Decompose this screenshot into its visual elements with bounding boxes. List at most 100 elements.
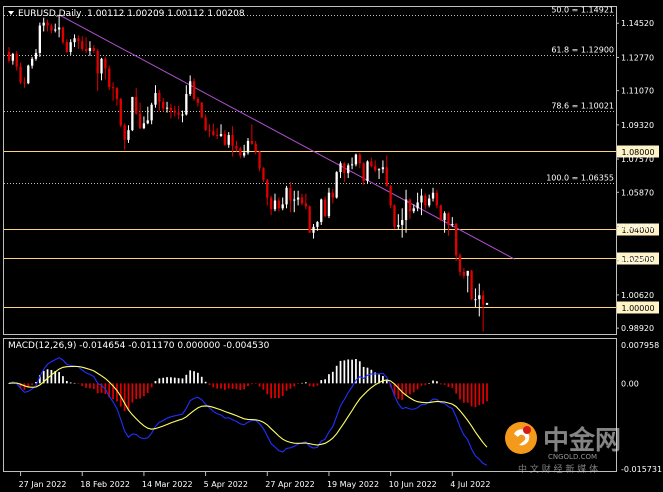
candle-body bbox=[404, 199, 408, 221]
macd-histogram-bar bbox=[382, 375, 384, 384]
macd-histogram-bar bbox=[316, 383, 319, 386]
candle-body bbox=[435, 192, 439, 206]
fib-label-1: 61.8 = 1.12900 bbox=[551, 46, 614, 55]
candle-body bbox=[219, 134, 223, 137]
price-tick-label-5: 1.05870 bbox=[621, 188, 654, 197]
macd-histogram-bar bbox=[50, 369, 53, 384]
macd-histogram-bar bbox=[258, 383, 261, 387]
macd-histogram-bar bbox=[143, 383, 145, 397]
macd-histogram-bar bbox=[301, 382, 303, 384]
macd-tick-label-0: 0.007958 bbox=[621, 341, 659, 350]
macd-histogram-bar bbox=[343, 360, 346, 384]
macd-histogram-bar bbox=[339, 360, 342, 384]
macd-histogram-bar bbox=[285, 383, 288, 391]
time-tick-label-3: 5 Apr 2022 bbox=[204, 480, 248, 489]
macd-histogram-bar bbox=[478, 383, 481, 406]
time-tick-label-7: 4 Jul 2022 bbox=[450, 480, 490, 489]
macd-histogram-bar bbox=[181, 378, 184, 384]
candle-body bbox=[416, 202, 419, 209]
macd-histogram-bar bbox=[293, 383, 296, 387]
macd-histogram-bar bbox=[482, 383, 485, 405]
candle-body bbox=[431, 192, 435, 199]
candle-body bbox=[69, 42, 72, 52]
candle-body bbox=[424, 195, 427, 206]
candle-body bbox=[296, 197, 300, 200]
candle-body bbox=[262, 168, 265, 180]
candle-body bbox=[370, 161, 373, 167]
candle-body bbox=[312, 226, 315, 233]
macd-histogram-bar bbox=[247, 383, 249, 387]
macd-histogram-bar bbox=[385, 380, 388, 384]
macd-histogram-bar bbox=[146, 383, 149, 394]
fib-label-2: 78.6 = 1.10021 bbox=[551, 102, 614, 111]
candle-body bbox=[242, 152, 246, 156]
macd-histogram-bar bbox=[200, 376, 203, 384]
candle-body bbox=[289, 187, 292, 201]
candle-body bbox=[447, 213, 450, 225]
candle-body bbox=[150, 104, 153, 121]
macd-histogram-bar bbox=[428, 383, 431, 384]
macd-histogram-bar bbox=[150, 383, 153, 388]
macd-histogram-bar bbox=[23, 383, 26, 390]
candle-body bbox=[131, 96, 134, 131]
candle-body bbox=[169, 107, 173, 111]
candle-body bbox=[239, 148, 242, 156]
macd-group bbox=[8, 357, 488, 466]
watermark-tagline: 中 文 财 经 新 媒 体 bbox=[518, 463, 598, 475]
candle-body bbox=[366, 161, 369, 181]
candle-body bbox=[246, 140, 250, 153]
macd-histogram-bar bbox=[139, 383, 141, 399]
candle-body bbox=[7, 51, 11, 61]
candle-body bbox=[65, 42, 68, 52]
macd-axis: 0.007958 0.00 -0.015731 bbox=[621, 341, 662, 474]
candle-body bbox=[254, 143, 257, 152]
candle-body bbox=[443, 213, 446, 221]
candle-body bbox=[308, 206, 311, 233]
candle-body bbox=[485, 302, 489, 305]
chart-svg: 50.0 = 1.14921 61.8 = 1.12900 78.6 = 1.100… bbox=[3, 6, 662, 489]
candle-body bbox=[146, 120, 149, 124]
candle-body bbox=[478, 295, 481, 300]
watermark-brand: 中金网 bbox=[543, 425, 621, 456]
candle-body bbox=[458, 255, 462, 272]
candle-body bbox=[165, 107, 169, 109]
menu-triangle-icon[interactable] bbox=[8, 11, 14, 15]
price-tick-label-0: 1.14520 bbox=[621, 19, 654, 28]
candle-body bbox=[96, 50, 99, 74]
candle-body bbox=[466, 270, 469, 276]
macd-histogram-bar bbox=[231, 383, 234, 389]
price-axis: 1.14520 1.12770 1.11070 1.09320 1.07570 1.058… bbox=[616, 19, 654, 333]
time-tick-label-2: 14 Mar 2022 bbox=[142, 480, 193, 489]
macd-histogram-bar bbox=[69, 382, 72, 384]
price-tick-label-4: 1.07570 bbox=[621, 155, 654, 164]
macd-histogram-bar bbox=[62, 376, 64, 384]
macd-histogram-bar bbox=[185, 374, 188, 384]
macd-line bbox=[8, 357, 488, 466]
time-tick-label-6: 10 Jun 2022 bbox=[389, 480, 437, 489]
macd-histogram-bar bbox=[320, 380, 323, 384]
candle-body bbox=[27, 65, 30, 84]
macd-histogram-bar bbox=[73, 382, 76, 384]
candle-body bbox=[108, 68, 111, 88]
macd-histogram-bar bbox=[162, 377, 165, 384]
macd-histogram-bar bbox=[96, 383, 99, 394]
candle-body bbox=[15, 53, 18, 67]
candle-body bbox=[397, 224, 400, 227]
candle-body bbox=[354, 154, 358, 165]
macd-histogram-bar bbox=[308, 383, 311, 387]
level-lines: 50.0 = 1.14921 61.8 = 1.12900 78.6 = 1.100… bbox=[4, 6, 659, 314]
macd-histogram-bar bbox=[235, 383, 238, 390]
macd-histogram-bar bbox=[289, 383, 292, 389]
macd-histogram-bar bbox=[250, 383, 253, 385]
macd-histogram-bar bbox=[466, 383, 469, 403]
macd-tick-label-1: 0.00 bbox=[621, 379, 639, 388]
candle-body bbox=[235, 145, 238, 149]
candle-body bbox=[412, 208, 415, 212]
macd-histogram-bar bbox=[459, 383, 461, 400]
candle-body bbox=[385, 167, 388, 186]
price-tick-label-3: 1.09320 bbox=[621, 121, 654, 130]
macd-histogram-bar bbox=[304, 382, 307, 384]
macd-histogram-bar bbox=[447, 383, 450, 387]
candle-body bbox=[189, 81, 192, 94]
candles-group bbox=[7, 14, 489, 332]
